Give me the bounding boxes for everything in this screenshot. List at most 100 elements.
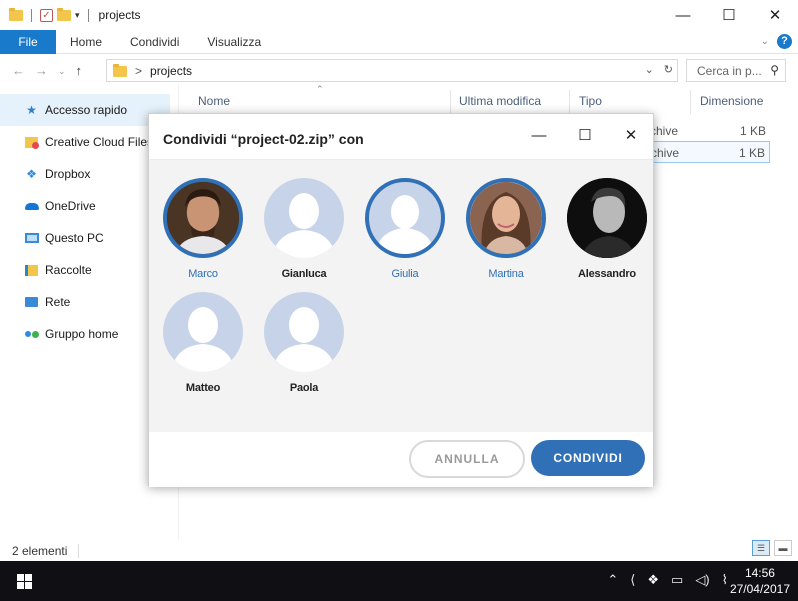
maximize-button[interactable]: ☐ <box>706 0 752 30</box>
column-header-type[interactable]: Tipo <box>579 94 602 108</box>
avatar <box>264 178 344 258</box>
sort-ascending-icon: ⌃ <box>316 84 324 94</box>
share-button[interactable]: CONDIVIDI <box>531 440 645 476</box>
details-view-icon[interactable]: ☰ <box>752 540 770 556</box>
expand-ribbon-icon[interactable]: ⌄ <box>761 36 769 47</box>
homegroup-icon <box>24 327 39 341</box>
file-list-header: ⌃ Nome Ultima modifica Tipo Dimensione <box>180 84 798 116</box>
search-input[interactable]: Cerca in p... ⚲ <box>686 59 786 82</box>
file-size: 1 KB <box>739 124 766 138</box>
contact-name: Alessandro <box>578 268 636 280</box>
column-divider[interactable] <box>450 90 451 114</box>
contact-name: Martina <box>488 268 524 280</box>
column-header-size[interactable]: Dimensione <box>700 94 763 108</box>
column-header-name[interactable]: Nome <box>198 94 230 108</box>
contact-matteo[interactable]: Matteo <box>159 292 247 394</box>
contact-name: Matteo <box>185 382 221 394</box>
ribbon-tabs: File Home Condividi Visualizza ⌄ ? <box>0 29 798 54</box>
share-icon[interactable]: ⟨ <box>630 572 635 588</box>
customize-toolbar-icon[interactable]: ▾ <box>75 10 80 21</box>
window-title: projects <box>98 8 141 22</box>
dropbox-sync-icon[interactable]: ❖ <box>647 572 659 588</box>
sidebar-item-label: Accesso rapido <box>45 103 128 117</box>
dropbox-icon: ❖ <box>26 167 37 181</box>
libraries-icon <box>24 263 39 277</box>
show-hidden-icons-icon[interactable]: ⌃ <box>607 572 618 588</box>
person-placeholder-icon <box>375 195 435 254</box>
history-dropdown-icon[interactable]: ⌄ <box>645 63 654 76</box>
properties-icon[interactable]: ✓ <box>40 8 53 22</box>
refresh-icon[interactable]: ↻ <box>664 63 673 76</box>
dialog-close-button[interactable]: ✕ <box>615 122 647 148</box>
contact-gianluca[interactable]: Gianluca <box>260 178 348 280</box>
sidebar-item-label: Questo PC <box>45 231 104 245</box>
search-placeholder: Cerca in p... <box>697 63 762 78</box>
share-dialog: Condividi “project-02.zip” con — ☐ ✕ Mar… <box>148 113 654 487</box>
clock[interactable]: 14:56 27/04/2017 <box>730 565 790 597</box>
avatar <box>365 178 445 258</box>
folder-icon <box>113 64 127 77</box>
portrait-photo-icon <box>167 182 239 254</box>
close-button[interactable]: ✕ <box>752 0 798 30</box>
navigation-buttons: ← → ⌄ ↑ <box>0 63 106 79</box>
back-icon[interactable]: ← <box>12 63 25 79</box>
recent-locations-icon[interactable]: ⌄ <box>58 63 66 79</box>
start-button[interactable] <box>0 561 48 601</box>
contact-name: Giulia <box>391 268 419 280</box>
address-bar-actions: ⌄ ↻ <box>645 63 673 76</box>
column-header-modified[interactable]: Ultima modifica <box>459 94 541 108</box>
help-icon[interactable]: ? <box>777 34 792 49</box>
new-folder-icon[interactable] <box>57 7 71 21</box>
breadcrumb-projects[interactable]: projects <box>150 64 192 78</box>
dialog-maximize-button[interactable]: ☐ <box>569 122 601 148</box>
contact-alessandro[interactable]: Alessandro <box>563 178 651 280</box>
volume-icon[interactable]: ◁) <box>695 572 709 588</box>
forward-icon[interactable]: → <box>35 63 48 79</box>
sidebar-item-label: Gruppo home <box>45 327 119 341</box>
computer-icon <box>24 231 39 245</box>
avatar <box>466 178 546 258</box>
creative-cloud-icon <box>24 135 39 149</box>
tab-file[interactable]: File <box>0 29 56 54</box>
minimize-button[interactable]: — <box>660 0 706 30</box>
sidebar-item-label: Rete <box>45 295 71 309</box>
tab-share[interactable]: Condividi <box>116 35 193 49</box>
folder-icon[interactable] <box>9 7 23 21</box>
portrait-photo-icon <box>567 178 647 258</box>
column-divider[interactable] <box>690 90 691 114</box>
file-size: 1 KB <box>738 146 765 160</box>
wifi-icon[interactable]: ⌇ <box>722 572 728 588</box>
quick-access-toolbar: ✓ ▾ <box>0 7 93 22</box>
toolbar-divider <box>87 8 89 22</box>
sidebar-item-label: OneDrive <box>45 199 96 213</box>
dialog-footer: ANNULLA CONDIVIDI <box>149 432 653 487</box>
contact-paola[interactable]: Paola <box>260 292 348 394</box>
cancel-button[interactable]: ANNULLA <box>409 440 525 478</box>
tab-home[interactable]: Home <box>56 35 116 49</box>
address-bar[interactable]: > projects ⌄ ↻ <box>106 59 678 82</box>
ribbon-right-controls: ⌄ ? <box>761 34 792 49</box>
breadcrumb-separator[interactable]: > <box>135 64 142 78</box>
tab-view[interactable]: Visualizza <box>193 35 275 49</box>
dialog-title: Condividi “project-02.zip” con <box>163 131 364 147</box>
sidebar-item-quick-access[interactable]: ★ Accesso rapido <box>0 94 170 126</box>
portrait-photo-icon <box>470 182 542 254</box>
status-bar: 2 elementi ☰ ▬ <box>0 540 798 562</box>
dialog-minimize-button[interactable]: — <box>523 122 555 148</box>
up-icon[interactable]: ↑ <box>76 63 83 79</box>
battery-icon[interactable]: ▭ <box>671 572 683 588</box>
onedrive-icon <box>24 199 39 213</box>
contact-name: Marco <box>188 268 218 280</box>
dialog-window-controls: — ☐ ✕ <box>523 122 647 148</box>
contact-giulia[interactable]: Giulia <box>361 178 449 280</box>
avatar <box>163 292 243 372</box>
person-placeholder-icon <box>272 307 336 372</box>
sidebar-item-label: Dropbox <box>45 167 91 181</box>
avatar <box>163 178 243 258</box>
person-placeholder-icon <box>171 307 235 372</box>
large-icons-view-icon[interactable]: ▬ <box>774 540 792 556</box>
contact-marco[interactable]: Marco <box>159 178 247 280</box>
column-divider[interactable] <box>569 90 570 114</box>
contact-martina[interactable]: Martina <box>462 178 550 280</box>
window-controls: — ☐ ✕ <box>660 0 798 30</box>
